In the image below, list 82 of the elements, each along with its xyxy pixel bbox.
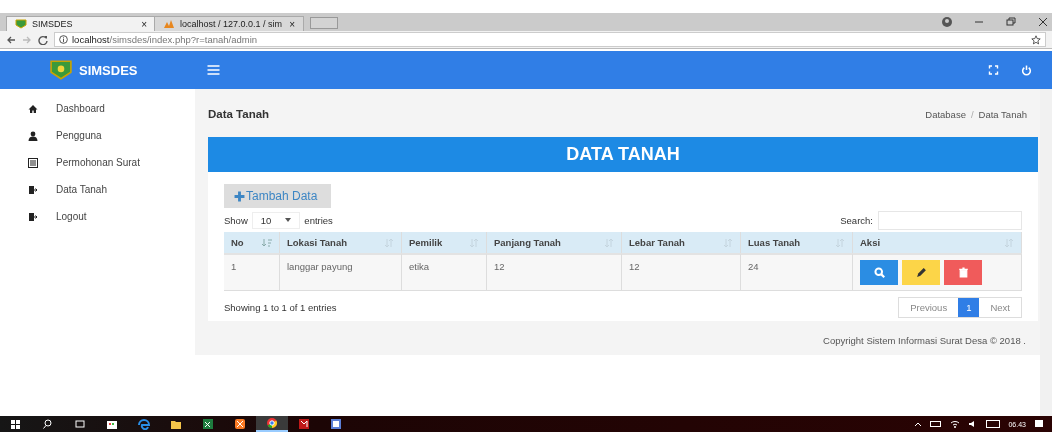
brand-name: SIMSDES bbox=[79, 62, 138, 78]
spreadsheet-icon bbox=[202, 418, 214, 430]
tab-close-button[interactable]: × bbox=[141, 18, 147, 30]
notification-icon[interactable] bbox=[1034, 419, 1044, 429]
edge-icon bbox=[138, 418, 150, 430]
column-header[interactable]: Lokasi Tanah bbox=[280, 232, 402, 253]
sidebar-item[interactable]: Logout bbox=[0, 203, 195, 230]
copyright-text: Copyright Sistem Informasi Surat Desa © 2018 . bbox=[822, 334, 1027, 346]
column-header[interactable]: Panjang Tanah bbox=[487, 232, 622, 253]
close-icon[interactable] bbox=[1038, 17, 1048, 27]
task-view-icon bbox=[74, 418, 86, 430]
taskbar-button[interactable] bbox=[256, 416, 288, 432]
edit-button[interactable] bbox=[902, 260, 940, 285]
tab-title: localhost / 127.0.0.1 / sim bbox=[180, 19, 284, 29]
sail-icon bbox=[163, 19, 175, 29]
address-bar[interactable]: localhost/simsdes/index.php?r=tanah/admin bbox=[54, 32, 1046, 47]
column-header[interactable]: Pemilik bbox=[402, 232, 487, 253]
table-cell: langgar payung bbox=[280, 253, 402, 291]
column-header[interactable]: Lebar Tanah bbox=[622, 232, 741, 253]
search-field[interactable] bbox=[878, 210, 1022, 230]
app-icon bbox=[234, 418, 246, 430]
show-label: Show bbox=[224, 214, 248, 226]
sidebar-item[interactable]: Permohonan Surat bbox=[0, 149, 195, 176]
view-button[interactable] bbox=[860, 260, 898, 285]
pagination-button[interactable]: 1 bbox=[958, 298, 980, 317]
sidebar-item[interactable]: Data Tanah bbox=[0, 176, 195, 203]
star-icon[interactable] bbox=[1031, 34, 1041, 45]
tab-title: SIMSDES bbox=[32, 19, 74, 29]
back-icon[interactable] bbox=[6, 34, 16, 45]
menu-icon[interactable] bbox=[207, 65, 220, 75]
delete-button[interactable] bbox=[944, 260, 982, 285]
emblem-icon bbox=[15, 19, 27, 29]
wifi-icon[interactable] bbox=[950, 420, 961, 428]
browser-icon bbox=[266, 417, 278, 429]
user-icon bbox=[28, 130, 38, 141]
exit-icon bbox=[28, 184, 38, 195]
account-icon[interactable] bbox=[942, 17, 952, 27]
exit-icon bbox=[28, 211, 38, 222]
column-header[interactable]: No bbox=[224, 232, 280, 253]
table-cell: 24 bbox=[741, 253, 853, 291]
breadcrumb-item: Data Tanah bbox=[978, 108, 1027, 120]
search-icon bbox=[42, 418, 54, 430]
keyboard-icon[interactable] bbox=[986, 420, 1001, 428]
entries-label: entries bbox=[304, 214, 333, 226]
start-icon bbox=[10, 418, 22, 430]
page-size-select[interactable]: 10 bbox=[251, 211, 301, 229]
info-icon bbox=[59, 35, 68, 44]
shield-icon bbox=[298, 418, 310, 430]
table-info: Showing 1 to 1 of 1 entries bbox=[224, 302, 337, 313]
sidebar-item[interactable]: Dashboard bbox=[0, 95, 195, 122]
fullscreen-icon[interactable] bbox=[988, 64, 999, 75]
emblem-icon bbox=[50, 60, 72, 80]
chevron-up-icon[interactable] bbox=[914, 421, 923, 427]
page-title: Data Tanah bbox=[208, 108, 270, 120]
table-cell: etika bbox=[402, 253, 487, 291]
trash-icon bbox=[957, 267, 969, 278]
home-icon bbox=[28, 103, 38, 114]
browser-tab[interactable]: SIMSDES × bbox=[6, 16, 156, 31]
document-icon bbox=[330, 418, 342, 430]
battery-icon[interactable] bbox=[930, 420, 943, 428]
table-cell: 1 bbox=[224, 253, 280, 291]
scrollbar[interactable] bbox=[1040, 89, 1052, 417]
plus-icon bbox=[234, 190, 245, 202]
caret-icon bbox=[285, 218, 292, 222]
table-cell: 12 bbox=[487, 253, 622, 291]
tab-close-button[interactable]: × bbox=[289, 18, 295, 30]
column-header[interactable]: Aksi bbox=[853, 232, 1022, 253]
reload-icon[interactable] bbox=[38, 34, 48, 45]
column-header[interactable]: Luas Tanah bbox=[741, 232, 853, 253]
section-banner: DATA TANAH bbox=[208, 137, 1038, 172]
pencil-icon bbox=[915, 267, 927, 278]
table-cell: 12 bbox=[622, 253, 741, 291]
search-icon bbox=[873, 267, 885, 278]
breadcrumb-separator: / bbox=[970, 108, 974, 120]
breadcrumb-item[interactable]: Database bbox=[925, 108, 966, 120]
bag-icon bbox=[106, 418, 118, 430]
restore-icon[interactable] bbox=[1006, 17, 1016, 27]
search-label: Search: bbox=[840, 214, 873, 226]
url-text: localhost/simsdes/index.php?r=tanah/admin bbox=[72, 34, 258, 45]
power-icon[interactable] bbox=[1021, 64, 1032, 76]
browser-tab[interactable]: localhost / 127.0.0.1 / sim × bbox=[154, 16, 304, 31]
sidebar-item[interactable]: Pengguna bbox=[0, 122, 195, 149]
